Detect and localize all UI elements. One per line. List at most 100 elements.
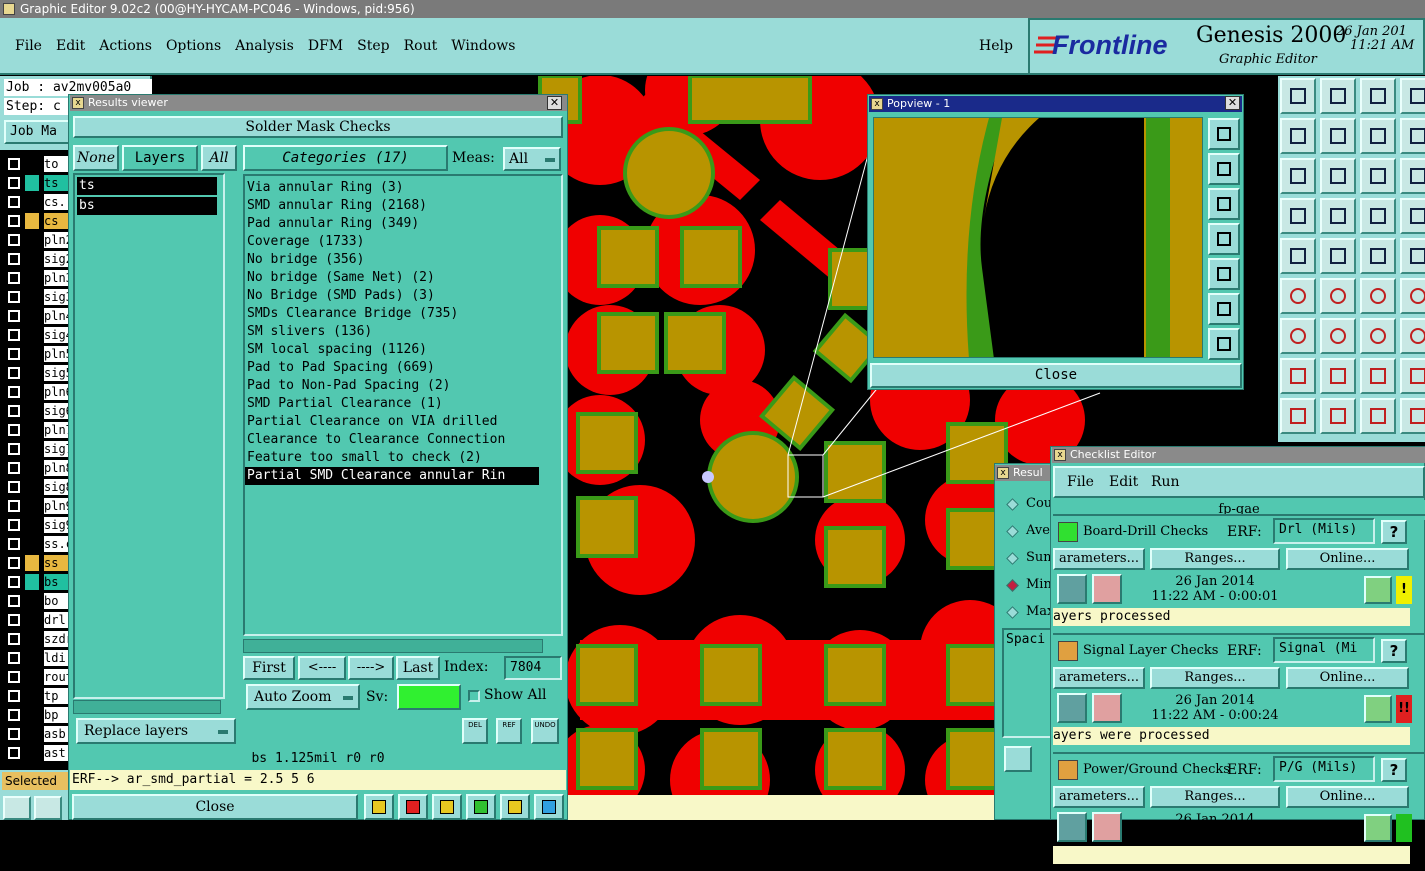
layer-row[interactable]: pln9 — [6, 496, 74, 516]
checklist-menu-edit[interactable]: Edit — [1109, 474, 1138, 490]
layer-row[interactable]: pln2 — [6, 230, 74, 250]
layer-row[interactable]: pln7 — [6, 420, 74, 440]
home-tool[interactable] — [1280, 78, 1316, 114]
snap-tool[interactable] — [1360, 198, 1396, 234]
layer-checkbox[interactable] — [8, 329, 20, 341]
bottom-tool-icon[interactable] — [534, 794, 564, 820]
layer-checkbox[interactable] — [8, 538, 20, 550]
ratio-tool[interactable] — [1360, 158, 1396, 194]
frame-tool[interactable] — [1400, 78, 1425, 114]
layer-checkbox[interactable] — [8, 253, 20, 265]
layer-row[interactable]: to — [6, 154, 74, 174]
online-button[interactable]: Online... — [1286, 667, 1409, 689]
menu-file[interactable]: File — [15, 38, 42, 54]
popview-tool-icon[interactable] — [1208, 258, 1240, 290]
forward-tool[interactable] — [1320, 118, 1356, 154]
popview-close-icon[interactable]: ✕ — [1225, 96, 1240, 110]
layer-checkbox[interactable] — [8, 177, 20, 189]
menu-windows[interactable]: Windows — [451, 38, 515, 54]
arch-tool[interactable] — [1360, 398, 1396, 434]
first-button[interactable]: First — [243, 656, 295, 680]
run-icon[interactable] — [1057, 574, 1087, 604]
prev-button[interactable]: <---- — [298, 656, 346, 680]
help-menu[interactable]: Help — [979, 38, 1013, 54]
layer-checkbox[interactable] — [8, 215, 20, 227]
results2-option[interactable]: Ave — [1006, 523, 1056, 538]
layer-row[interactable]: pln8 — [6, 458, 74, 478]
results2-option[interactable]: Max — [1006, 604, 1056, 619]
arch3-tool[interactable] — [1400, 398, 1425, 434]
result-layer-item[interactable]: ts — [77, 177, 217, 195]
none-button[interactable]: None — [73, 145, 119, 171]
bottom-tool-icon[interactable] — [432, 794, 462, 820]
layer-row[interactable]: ts — [6, 173, 74, 193]
ranges-button[interactable]: Ranges... — [1150, 548, 1280, 570]
layer-checkbox[interactable] — [8, 272, 20, 284]
result-layer-list[interactable]: ts bs — [73, 173, 225, 699]
run-icon[interactable] — [1057, 693, 1087, 723]
layer-row[interactable]: sig5 — [6, 363, 74, 383]
popview-canvas[interactable] — [873, 117, 1203, 358]
check-label[interactable]: Signal Layer Checks — [1083, 643, 1218, 658]
layer-row[interactable]: pln5 — [6, 344, 74, 364]
arc-tool[interactable] — [1360, 318, 1396, 354]
popview-tool-icon[interactable] — [1208, 293, 1240, 325]
layer-checkbox[interactable] — [8, 614, 20, 626]
popview-tool-icon[interactable] — [1208, 188, 1240, 220]
layer-checkbox[interactable] — [8, 728, 20, 740]
bottom-tool-icon[interactable] — [398, 794, 428, 820]
ref-button[interactable]: REF — [496, 718, 522, 744]
layer-row[interactable]: pln6 — [6, 382, 74, 402]
results2-option[interactable]: Min — [1006, 577, 1056, 592]
parameters-button[interactable]: arameters... — [1053, 548, 1145, 570]
category-item[interactable]: No Bridge (SMD Pads) (3) — [245, 287, 539, 305]
checklist-menu-run[interactable]: Run — [1151, 474, 1180, 490]
layer-row[interactable]: sig4 — [6, 325, 74, 345]
replace-layers-button[interactable]: Replace layers — [76, 718, 236, 744]
magnify-icon[interactable] — [1364, 576, 1392, 604]
layer-row[interactable]: ldi — [6, 648, 74, 668]
category-hscroll[interactable] — [243, 639, 543, 653]
ruler-tool[interactable] — [1360, 238, 1396, 274]
layer-checkbox[interactable] — [8, 709, 20, 721]
category-item[interactable]: Coverage (1733) — [245, 233, 539, 251]
menu-step[interactable]: Step — [357, 38, 389, 54]
ranges-button[interactable]: Ranges... — [1150, 786, 1280, 808]
move-tool[interactable] — [1360, 278, 1396, 314]
category-list[interactable]: Via annular Ring (3) SMD annular Ring (21… — [243, 174, 563, 636]
layer-checkbox[interactable] — [8, 500, 20, 512]
center-tool[interactable] — [1320, 158, 1356, 194]
parameters-button[interactable]: arameters... — [1053, 667, 1145, 689]
category-item[interactable]: Pad to Non-Pad Spacing (2) — [245, 377, 539, 395]
layer-checkbox[interactable] — [8, 424, 20, 436]
dot-tool[interactable] — [1400, 238, 1425, 274]
menu-edit[interactable]: Edit — [56, 38, 85, 54]
layer-checkbox[interactable] — [8, 633, 20, 645]
category-item[interactable]: No bridge (Same Net) (2) — [245, 269, 539, 287]
layer-checkbox[interactable] — [8, 652, 20, 664]
line-tool[interactable] — [1400, 278, 1425, 314]
snap2-tool[interactable] — [1400, 198, 1425, 234]
undo-button[interactable]: UNDO — [531, 718, 559, 744]
layer-checkbox[interactable] — [8, 595, 20, 607]
next-button[interactable]: ----> — [348, 656, 394, 680]
erf-field[interactable]: Signal (Mi — [1273, 637, 1375, 663]
del-button[interactable]: DEL — [462, 718, 488, 744]
run-icon[interactable] — [1057, 812, 1087, 842]
categories-button[interactable]: Categories (17) — [243, 145, 448, 171]
pointer-tool[interactable] — [1280, 238, 1316, 274]
help-tool[interactable] — [1400, 158, 1425, 194]
shape-tool[interactable] — [1280, 358, 1316, 394]
menu-options[interactable]: Options — [166, 38, 221, 54]
layer-checkbox[interactable] — [8, 310, 20, 322]
category-item[interactable]: Clearance to Clearance Connection — [245, 431, 539, 449]
layer-row[interactable]: sig2 — [6, 249, 74, 269]
layers-button[interactable]: Layers — [122, 145, 198, 171]
save-tool[interactable] — [1320, 78, 1356, 114]
results2-del-button[interactable] — [1004, 746, 1032, 772]
layer-checkbox[interactable] — [8, 443, 20, 455]
results2-option[interactable]: Cou — [1006, 496, 1056, 511]
menu-actions[interactable]: Actions — [99, 38, 152, 54]
category-item[interactable]: SMDs Clearance Bridge (735) — [245, 305, 539, 323]
connect-tool[interactable] — [1280, 278, 1316, 314]
